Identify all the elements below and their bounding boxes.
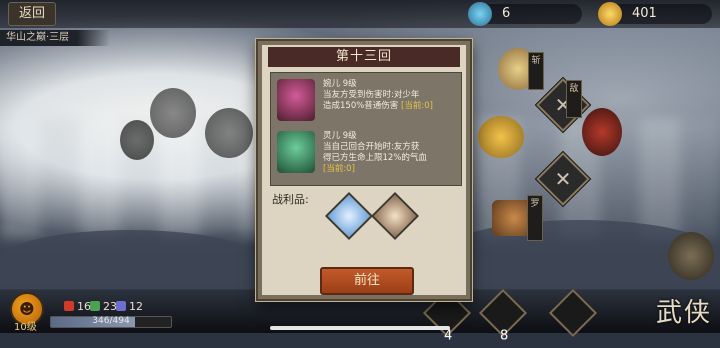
enemy-current: [当前:0] [323,164,355,174]
speed-icon [116,301,126,311]
brand-logo: 武侠 [655,298,712,328]
home-indicator [270,326,450,330]
enemy-entry: 灵儿 9级 当自己回合开始时:友方获 得已方生命上限12%的气血 [当前:0] [323,131,463,175]
back-button[interactable]: 返回 [8,2,57,26]
hp-text: 346/494 [92,316,130,326]
enemy-list: 婉儿 9级 当友方受到伤害时:对少年 造成150%普通伤害 [当前:0] 灵儿 … [270,72,462,186]
blue-orb-loot-icon[interactable] [324,191,374,241]
enemy-name: 灵儿 9级 [323,131,357,141]
shadow-fighter [150,88,196,138]
enemy-name: 婉儿 9级 [323,79,357,89]
dialog-body: 第十三回 婉儿 9级 当友方受到伤害时:对少年 造成150%普通伤害 [当前:0… [262,45,466,295]
enemy-desc: 得已方生命上限12%的气血 [323,153,427,163]
resource-a: 6 [468,2,582,26]
loot-label: 战利品: [272,193,309,206]
hp-bar: 346/494 [50,316,172,328]
enemy-desc: 造成150%普通伤害 [当前:0] [323,101,433,111]
counter-attack: 16 [64,300,91,313]
go-button[interactable]: 前往 [320,267,414,295]
shadow-fighter [205,108,253,158]
character-loot-icon[interactable] [370,191,420,241]
scroll-icon [468,2,492,26]
attack-icon [64,301,74,311]
map-tag: 罗 [527,195,543,241]
green-hair-girl-portrait-icon [277,131,315,173]
counter-defense: 23 [90,300,117,313]
counter-speed: 12 [116,300,143,313]
gourd-treasure [478,116,524,158]
hat-girl-portrait-icon [277,79,315,121]
dialog-title: 第十三回 [268,47,460,67]
hill [0,230,260,290]
shadow-fighter [120,120,154,160]
coin-icon [598,2,622,26]
red-hat-enemy[interactable] [582,108,622,156]
map-tag: 敌 [566,80,582,118]
map-tag: 斩 [528,52,544,90]
enemy-entry: 婉儿 9级 当友方受到伤害时:对少年 造成150%普通伤害 [当前:0] [323,79,463,112]
enemy-desc: 当自己回合开始时:友方获 [323,142,420,152]
resource-b: 401 [598,2,712,26]
stage-name: 华山之巅·三层 [0,30,110,46]
round-dialog: 第十三回 婉儿 9级 当友方受到伤害时:对少年 造成150%普通伤害 [当前:0… [256,39,472,301]
enemy-desc: 当友方受到伤害时:对少年 [323,90,420,100]
defense-icon [90,301,100,311]
warrior-figure [668,232,714,280]
player-level: 10级 [14,322,37,333]
